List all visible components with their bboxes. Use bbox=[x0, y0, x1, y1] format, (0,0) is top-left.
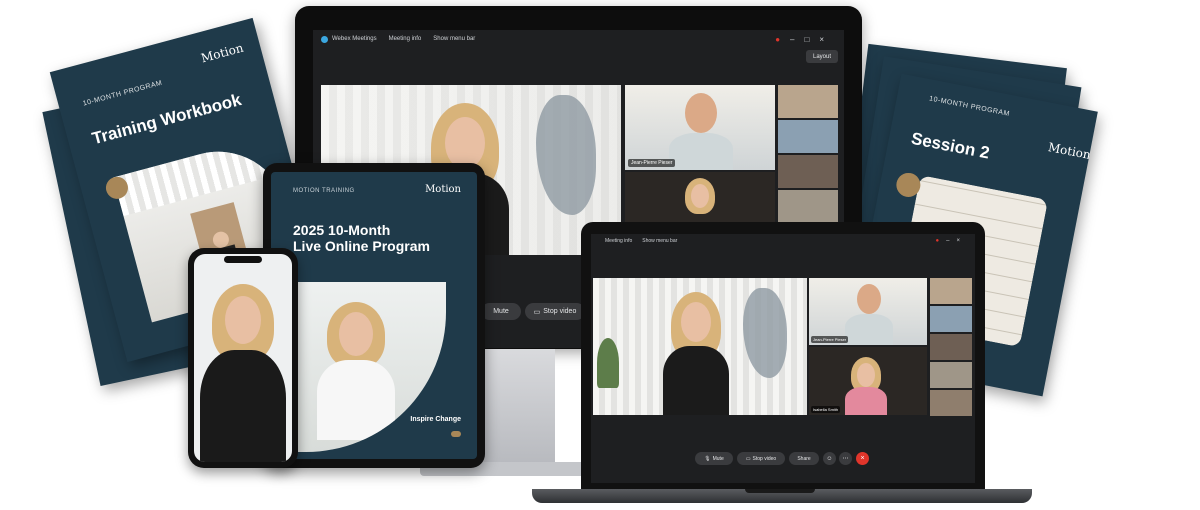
participant-thumb-4 bbox=[778, 190, 838, 223]
layout-button[interactable]: Layout bbox=[806, 50, 838, 63]
monitor-title-bar: Webex Meetings Meeting info Show menu ba… bbox=[313, 30, 844, 48]
phone-device bbox=[188, 248, 298, 468]
mic-icon: 🎙 bbox=[704, 455, 711, 462]
toggle-dots bbox=[451, 431, 461, 437]
maximize-icon[interactable]: □ bbox=[804, 35, 819, 44]
participant-video-1: Jean-Pierre Pieser bbox=[625, 85, 775, 170]
webex-logo-icon bbox=[321, 35, 328, 43]
laptop-show-menu-bar-button[interactable]: Show menu bar bbox=[642, 238, 677, 244]
tablet-tagline: Inspire Change bbox=[410, 416, 461, 423]
app-title: Webex Meetings bbox=[332, 36, 377, 42]
laptop-participant-name-2: Isabella Smith bbox=[811, 406, 841, 413]
laptop-mute-button[interactable]: 🎙 Mute bbox=[695, 452, 733, 465]
laptop-main-speaker-video bbox=[593, 278, 807, 415]
workbook-logo: Motion bbox=[199, 40, 245, 66]
laptop-device: Meeting info Show menu bar ●–× Jean-Pier… bbox=[581, 222, 985, 489]
recording-icon: ● bbox=[775, 34, 791, 44]
laptop-thumb-2 bbox=[930, 306, 972, 332]
tablet-eyebrow: MOTION TRAINING bbox=[293, 188, 355, 194]
laptop-more-button[interactable]: ⋯ bbox=[839, 452, 852, 465]
mute-button[interactable]: Mute bbox=[481, 303, 521, 320]
tablet-title: 2025 10-Month Live Online Program bbox=[293, 222, 430, 254]
laptop-reactions-button[interactable]: ☺ bbox=[823, 452, 836, 465]
session-title: Session 2 bbox=[909, 128, 992, 163]
laptop-thumb-1 bbox=[930, 278, 972, 304]
minimize-icon[interactable]: – bbox=[790, 35, 804, 44]
laptop-share-button[interactable]: Share bbox=[789, 452, 819, 465]
laptop-close-icon[interactable]: × bbox=[956, 238, 967, 244]
participant-thumb-1 bbox=[778, 85, 838, 118]
laptop-thumb-5 bbox=[930, 390, 972, 416]
laptop-minimize-icon[interactable]: – bbox=[946, 238, 956, 244]
laptop-meeting-info-button[interactable]: Meeting info bbox=[605, 238, 632, 244]
laptop-end-call-button[interactable]: × bbox=[856, 452, 869, 465]
laptop-camera-icon: ▭ bbox=[745, 455, 751, 462]
meeting-info-button[interactable]: Meeting info bbox=[389, 36, 422, 42]
participant-video-2 bbox=[625, 172, 775, 224]
stop-video-button[interactable]: ▭ Stop video bbox=[525, 303, 585, 320]
laptop-thumb-4 bbox=[930, 362, 972, 388]
participant-thumb-2 bbox=[778, 120, 838, 153]
phone-notch bbox=[224, 256, 262, 263]
participant-thumb-3 bbox=[778, 155, 838, 188]
laptop-screen: Meeting info Show menu bar ●–× Jean-Pier… bbox=[591, 234, 975, 483]
laptop-notch bbox=[745, 489, 815, 493]
window-controls: ●–□× bbox=[775, 35, 834, 44]
participant-name-tag: Jean-Pierre Pieser bbox=[628, 159, 676, 167]
tablet-logo: Motion bbox=[425, 184, 461, 195]
phone-screen bbox=[194, 254, 292, 462]
close-icon[interactable]: × bbox=[819, 35, 834, 44]
session-logo: Motion bbox=[1046, 140, 1092, 163]
camera-icon: ▭ bbox=[533, 308, 541, 316]
session-program-label: 10-MONTH PROGRAM bbox=[928, 95, 1011, 118]
show-menu-bar-button[interactable]: Show menu bar bbox=[433, 36, 475, 42]
monitor-stand-neck bbox=[475, 349, 555, 467]
laptop-participant-name-1: Jean-Pierre Pieser bbox=[811, 336, 849, 343]
laptop-participant-video-2: Isabella Smith bbox=[809, 347, 927, 415]
workbook-program-label: 10-MONTH PROGRAM bbox=[82, 79, 164, 108]
laptop-thumb-3 bbox=[930, 334, 972, 360]
laptop-recording-icon: ● bbox=[935, 238, 947, 244]
laptop-title-bar: Meeting info Show menu bar ●–× bbox=[591, 234, 975, 248]
laptop-participant-video-1: Jean-Pierre Pieser bbox=[809, 278, 927, 345]
laptop-window-controls: ●–× bbox=[936, 238, 967, 244]
plant bbox=[597, 338, 619, 388]
tablet-screen: MOTION TRAINING Motion 2025 10-Month Liv… bbox=[271, 172, 477, 459]
laptop-stop-video-button[interactable]: ▭ Stop video bbox=[737, 452, 785, 465]
